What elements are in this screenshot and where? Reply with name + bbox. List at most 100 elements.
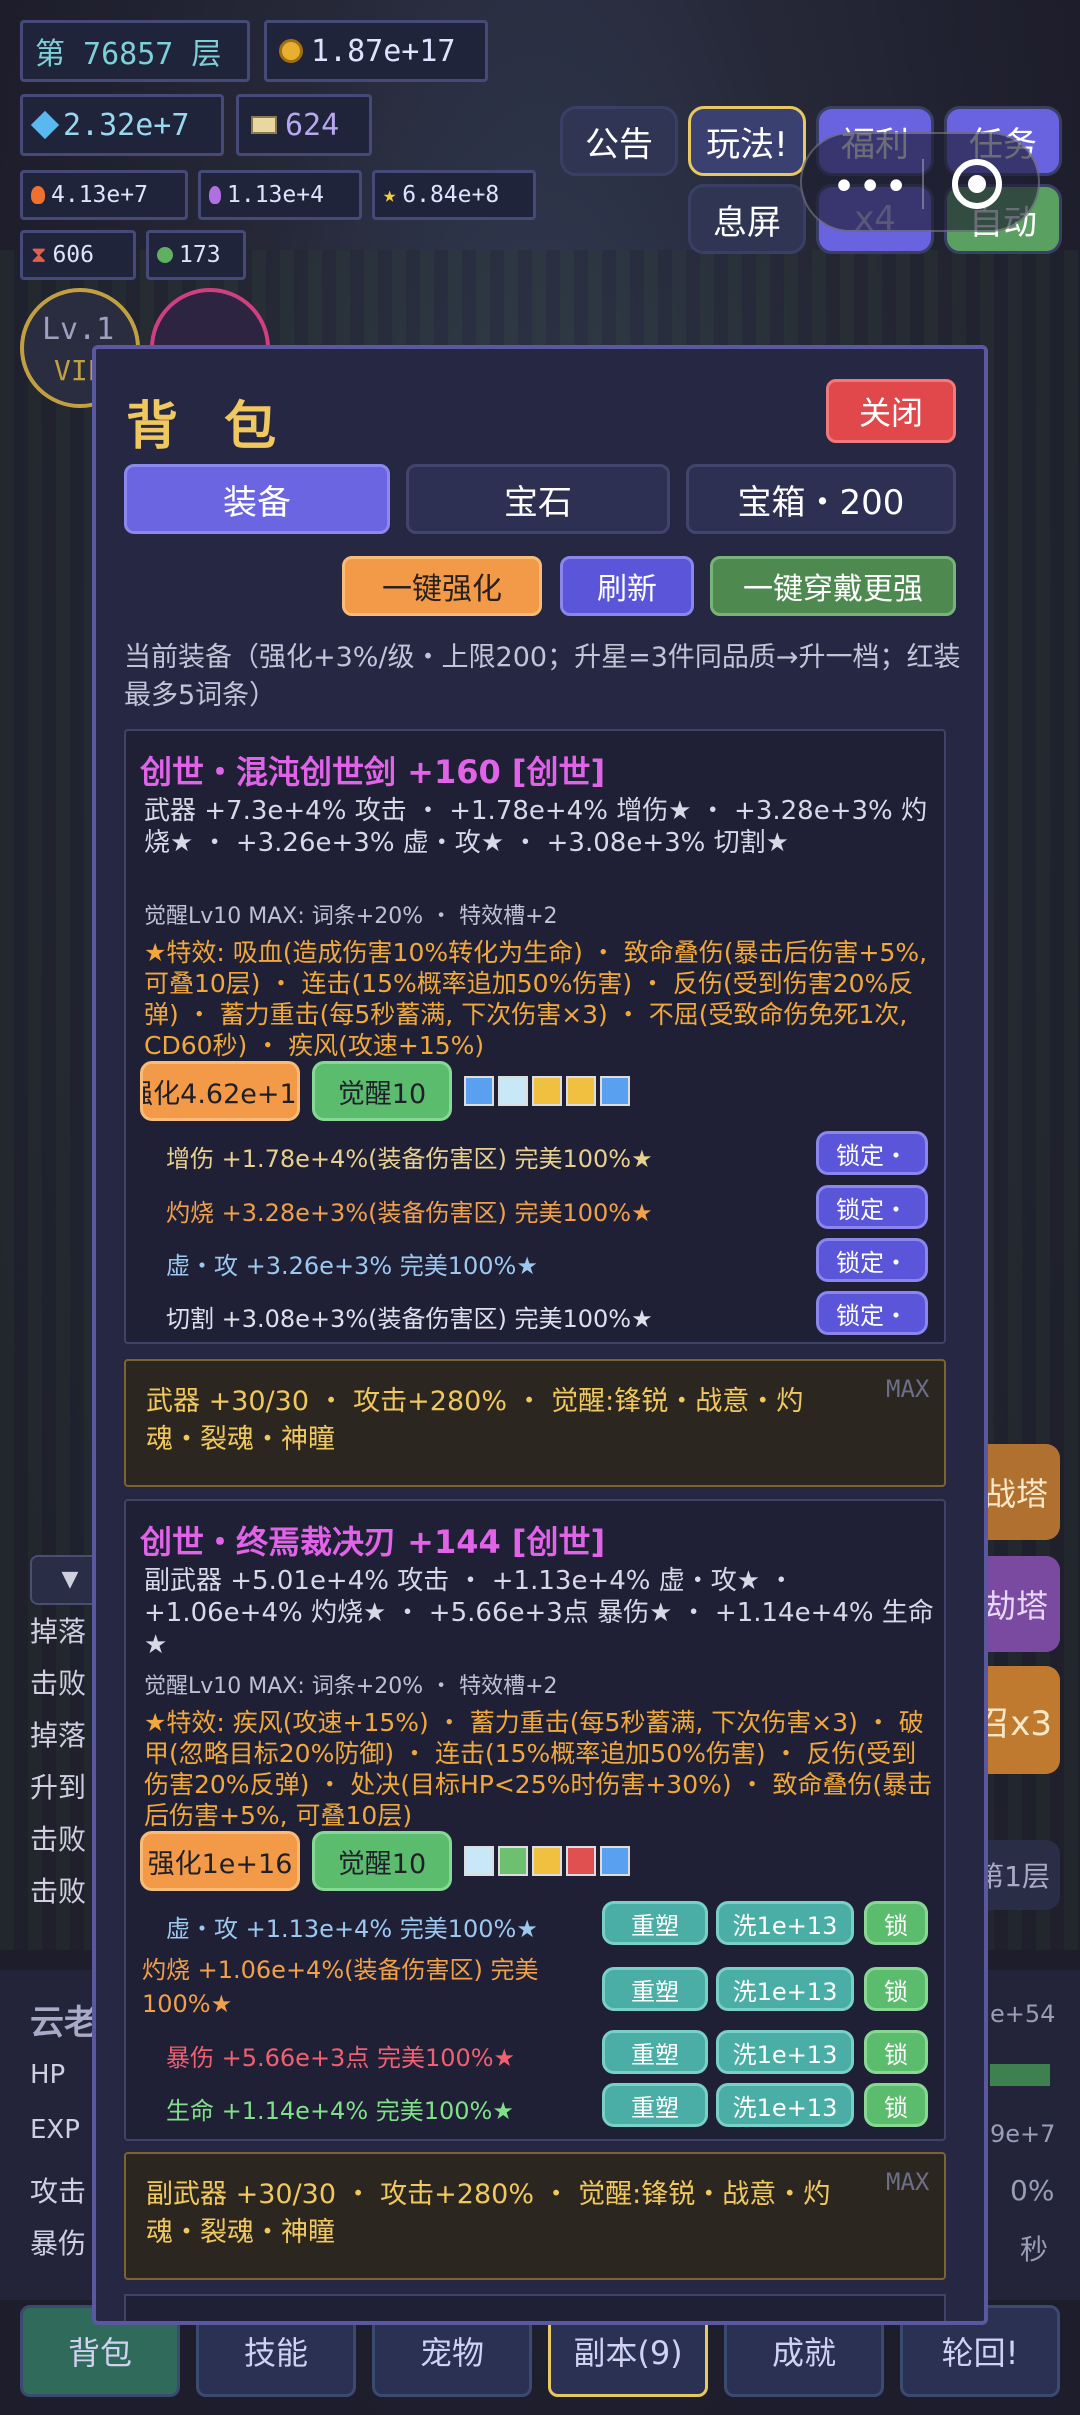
refresh-button[interactable]: 刷新 — [560, 556, 694, 616]
diamond-icon — [30, 110, 60, 140]
gem-value: 2.32e+7 — [63, 107, 190, 143]
tower-label-1: 战塔 — [983, 1475, 1048, 1513]
enhance-all-button[interactable]: 一键强化 — [342, 556, 542, 616]
item-stats: 副武器 +5.01e+4% 攻击 ・ +1.13e+4% 虚・攻★ ・ +1.0… — [144, 1566, 934, 1660]
awaken-info: 觉醒Lv10 MAX: 词条+20% ・ 特效槽+2 — [144, 904, 558, 929]
notice-button[interactable]: 公告 — [560, 106, 678, 176]
side-value-2: 9e+7 — [990, 2120, 1056, 2148]
level-label: Lv.1 — [42, 312, 115, 347]
howto-button[interactable]: 玩法! — [688, 106, 806, 176]
set-text: 副武器 +30/30 ・ 攻击+280% ・ 觉醒:锋锐・战意・灼魂・裂魂・神瞳 — [146, 2179, 831, 2248]
exp-label: EXP — [30, 2115, 80, 2145]
item-stats: 武器 +7.3e+4% 攻击 ・ +1.78e+4% 增伤★ ・ +3.28e+… — [144, 796, 927, 858]
lock-button[interactable]: 锁 — [864, 1901, 928, 1945]
equipment-note: 当前装备（强化+3%/级・上限200；升星=3件同品质→升一档；红装最多5词条） — [124, 642, 961, 711]
hourglass-counter: ⧗ 606 — [20, 230, 136, 280]
gem-slot[interactable] — [600, 1076, 630, 1106]
awaken-button[interactable]: 觉醒10 — [312, 1831, 452, 1891]
item-name: 创世・终焉裁决刃 +144 [创世] — [140, 1523, 606, 1561]
affix-line: 虚・攻 +1.13e+4% 完美100%★ — [166, 1915, 538, 1943]
gem-counter: 2.32e+7 — [20, 94, 224, 156]
tab-equipment[interactable]: 装备 — [124, 464, 390, 534]
log-line: 击败 — [30, 1667, 87, 1700]
gem-slot[interactable] — [600, 1846, 630, 1876]
star-value: 6.84e+8 — [402, 182, 500, 208]
gem-slot[interactable] — [566, 1076, 596, 1106]
lock-button[interactable]: 锁定・ — [816, 1185, 928, 1229]
star-counter: ★ 6.84e+8 — [372, 170, 536, 220]
affix-line: 灼烧 +1.06e+4%(装备伤害区) 完美100%★ — [142, 1956, 539, 2018]
awaken-info: 觉醒Lv10 MAX: 词条+20% ・ 特效槽+2 — [144, 1674, 558, 1699]
equip-best-button[interactable]: 一键穿戴更强 — [710, 556, 956, 616]
affix-line: 暴伤 +5.66e+3点 完美100%★ — [166, 2044, 516, 2072]
gem-slot[interactable] — [464, 1076, 494, 1106]
fire-value: 4.13e+7 — [51, 182, 148, 208]
lock-button[interactable]: 锁 — [864, 2030, 928, 2074]
gem-slot[interactable] — [498, 1076, 528, 1106]
lock-button[interactable]: 锁定・ — [816, 1238, 928, 1282]
player-name: 云老 — [30, 2003, 98, 2043]
affix-line: 虚・攻 +3.26e+3% 完美100%★ — [166, 1252, 538, 1280]
gem-slot[interactable] — [498, 1846, 528, 1876]
orb-counter: 173 — [146, 230, 246, 280]
screen-off-button[interactable]: 息屏 — [688, 184, 806, 254]
reforge-button[interactable]: 重塑 — [602, 2083, 708, 2127]
tab-chests[interactable]: 宝箱・200 — [686, 464, 956, 534]
modal-title: 背 包 — [126, 397, 291, 457]
tab-gems[interactable]: 宝石 — [406, 464, 670, 534]
lock-button[interactable]: 锁 — [864, 2083, 928, 2127]
ticket-counter: 624 — [236, 94, 372, 156]
side-value-4: 秒 — [1020, 2233, 1049, 2266]
gem-slot[interactable] — [532, 1846, 562, 1876]
gem-slot[interactable] — [464, 1846, 494, 1876]
affix-line: 生命 +1.14e+4% 完美100%★ — [166, 2097, 514, 2125]
fire-counter: 4.13e+7 — [20, 170, 188, 220]
enhance-button[interactable]: 强化1e+16 — [140, 1831, 300, 1891]
inventory-modal: 背 包 关闭 装备 宝石 宝箱・200 一键强化 刷新 一键穿戴更强 当前装备（… — [92, 345, 988, 2325]
capsule-divider — [922, 159, 924, 209]
log-line: 升到 — [30, 1771, 87, 1804]
gem-slot[interactable] — [532, 1076, 562, 1106]
hp-bar — [990, 2064, 1050, 2086]
floor-label: 第 76857 层 — [35, 37, 222, 72]
exit-target-icon[interactable] — [952, 159, 1002, 209]
max-label: MAX — [886, 2168, 930, 2196]
lock-button[interactable]: 锁定・ — [816, 1131, 928, 1175]
log-line: 掉落 — [30, 1719, 87, 1752]
ticket-icon — [251, 116, 277, 134]
side-log: 掉落 击败 掉落 升到 击败 击败 — [30, 1610, 86, 1922]
set-bonus: 副武器 +30/30 ・ 攻击+280% ・ 觉醒:锋锐・战意・灼魂・裂魂・神瞳… — [124, 2152, 946, 2280]
lock-button[interactable]: 锁 — [864, 1967, 928, 2011]
reforge-button[interactable]: 重塑 — [602, 1967, 708, 2011]
wash-button[interactable]: 洗1e+13 — [716, 1901, 854, 1945]
gem-slot[interactable] — [566, 1846, 596, 1876]
potion-counter: 1.13e+4 — [198, 170, 362, 220]
item-name: 创世・混沌创世剑 +160 [创世] — [140, 753, 606, 791]
enhance-button[interactable]: 强化4.62e+16 — [140, 1061, 300, 1121]
more-icon[interactable]: ••• — [832, 164, 910, 210]
attack-label: 攻击 — [30, 2175, 87, 2208]
equipment-card: 创世・混沌创世剑 +160 [创世] 武器 +7.3e+4% 攻击 ・ +1.7… — [124, 729, 946, 1344]
potion-value: 1.13e+4 — [227, 182, 324, 208]
awaken-button[interactable]: 觉醒10 — [312, 1061, 452, 1121]
fire-icon — [31, 186, 45, 204]
close-button[interactable]: 关闭 — [826, 379, 956, 443]
log-line: 击败 — [30, 1823, 87, 1856]
miniprogram-capsule[interactable]: ••• — [800, 132, 1040, 232]
log-line: 掉落 — [30, 1615, 87, 1648]
orb-value: 173 — [179, 242, 221, 268]
lock-button[interactable]: 锁定・ — [816, 1291, 928, 1335]
wash-button[interactable]: 洗1e+13 — [716, 1967, 854, 2011]
hourglass-icon: ⧗ — [31, 242, 47, 268]
reforge-button[interactable]: 重塑 — [602, 2030, 708, 2074]
reforge-button[interactable]: 重塑 — [602, 1901, 708, 1945]
log-line: 击败 — [30, 1875, 87, 1908]
crit-label: 暴伤 — [30, 2227, 87, 2260]
equipment-card: 创世・终焉裁决刃 +144 [创世] 副武器 +5.01e+4% 攻击 ・ +1… — [124, 1499, 946, 2141]
wash-button[interactable]: 洗1e+13 — [716, 2030, 854, 2074]
special-effects: ★特效: 疾风(攻速+15%) ・ 蓄力重击(每5秒蓄满, 下次伤害×3) ・ … — [144, 1708, 933, 1830]
wash-button[interactable]: 洗1e+13 — [716, 2083, 854, 2127]
hp-label: HP — [30, 2060, 66, 2090]
gold-counter: 1.87e+17 — [264, 20, 488, 82]
affix-line: 灼烧 +3.28e+3%(装备伤害区) 完美100%★ — [166, 1199, 653, 1227]
